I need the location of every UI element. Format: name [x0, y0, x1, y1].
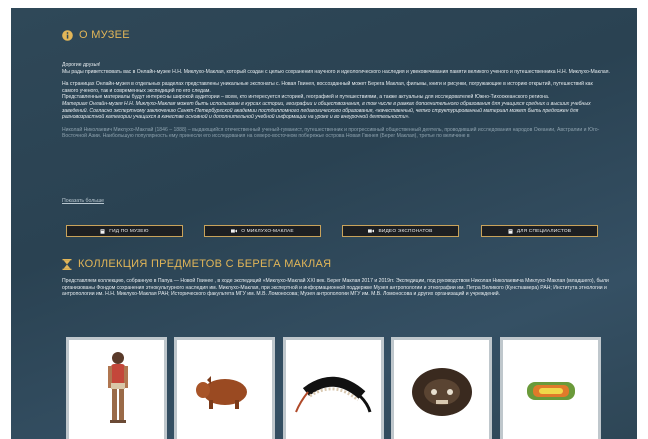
hourglass-icon [62, 258, 72, 270]
pig-figurine-image [196, 376, 247, 409]
feather-headband-image [295, 376, 372, 413]
show-more-link[interactable]: Показать больше [62, 198, 104, 204]
about-paragraph: Материал Онлайн-музея Н.Н. Миклухо-Макла… [62, 100, 591, 121]
exhibit-videos-button[interactable]: ВИДЕО ЭКСПОНАТОВ [342, 225, 459, 237]
about-heading: О МУЗЕЕ [62, 29, 130, 41]
button-label: О МИКЛУХО-МАКЛАЕ [241, 228, 294, 234]
figure-image [108, 352, 128, 423]
collection-card-headband[interactable] [283, 337, 384, 439]
collection-heading: КОЛЛЕКЦИЯ ПРЕДМЕТОВ С БЕРЕГА МАКЛАЯ [62, 258, 331, 270]
book-icon [508, 228, 513, 234]
museum-guide-button[interactable]: ГИД ПО МУЗЕЮ [66, 225, 183, 237]
about-miklouho-maclay-button[interactable]: О МИКЛУХО-МАКЛАЕ [204, 225, 321, 237]
collection-title: КОЛЛЕКЦИЯ ПРЕДМЕТОВ С БЕРЕГА МАКЛАЯ [78, 258, 332, 270]
collection-card-figure[interactable] [66, 337, 167, 439]
about-paragraph: На страницах Онлайн-музея в отдельных ра… [62, 81, 593, 94]
video-icon [368, 229, 375, 233]
video-icon [231, 229, 238, 233]
for-specialists-button[interactable]: ДЛЯ СПЕЦИАЛИСТОВ [481, 225, 598, 237]
about-title: О МУЗЕЕ [79, 29, 130, 41]
collection-text: Представляем коллекцию, собранную в Папу… [62, 278, 609, 298]
collection-card-pig[interactable] [174, 337, 275, 439]
button-label: ДЛЯ СПЕЦИАЛИСТОВ [516, 228, 572, 234]
museum-page: О МУЗЕЕ Дорогие друзья! Мы рады приветст… [11, 8, 637, 439]
about-greeting: Дорогие друзья! [62, 62, 101, 68]
about-paragraph: Мы рады приветствовать вас в Онлайн-музе… [62, 68, 610, 75]
collection-card-fur[interactable] [391, 337, 492, 439]
about-paragraph-faded: Николай Николаевич Миклухо-Маклай (1846 … [62, 126, 600, 140]
about-text: Дорогие друзья! Мы рады приветствовать в… [62, 62, 610, 140]
book-icon [100, 228, 105, 234]
about-paragraph: Представленные материалы будут интересны… [62, 94, 550, 101]
collection-card-bracelet[interactable] [500, 337, 601, 439]
info-icon [62, 29, 73, 41]
beaded-bracelet-image [527, 382, 575, 400]
button-label: ВИДЕО ЭКСПОНАТОВ [378, 228, 433, 234]
fur-ornament-image [412, 368, 472, 416]
button-label: ГИД ПО МУЗЕЮ [109, 228, 149, 234]
